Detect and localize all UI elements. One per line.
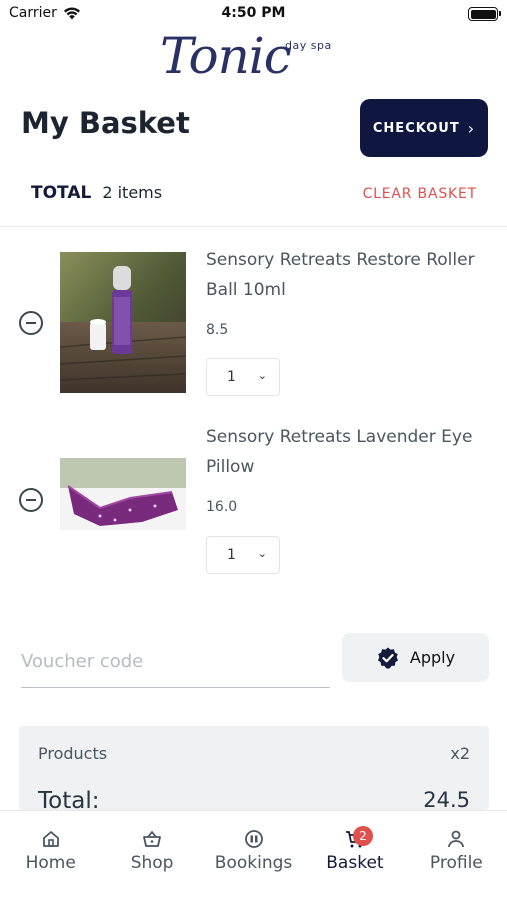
apply-voucher-button[interactable]: Apply: [342, 633, 489, 682]
quantity-value: 1: [227, 547, 236, 563]
tab-shop[interactable]: Shop: [101, 811, 202, 900]
tab-basket-label: Basket: [326, 853, 384, 873]
chevron-down-icon: ⌄: [257, 547, 267, 560]
divider: [0, 226, 507, 227]
chevron-right-icon: ›: [467, 118, 476, 138]
item-count: 2 items: [102, 183, 163, 202]
verified-badge-icon: [377, 647, 398, 668]
battery-icon: [468, 7, 501, 21]
tab-profile[interactable]: Profile: [406, 811, 507, 900]
item-name: Sensory Retreats Lavender Eye Pillow: [206, 427, 473, 477]
calendar-icon: [244, 830, 263, 848]
bottom-tab-bar: Home Shop Bookings 2 Basket Profile: [0, 810, 507, 900]
total-value: 24.5: [423, 788, 470, 810]
tab-home-label: Home: [25, 853, 76, 873]
checkout-label: CHECKOUT: [372, 120, 460, 136]
tab-shop-label: Shop: [130, 853, 174, 873]
status-bar: Carrier 4:50 PM: [0, 0, 507, 28]
tab-profile-label: Profile: [429, 853, 483, 873]
tab-home[interactable]: Home: [0, 811, 101, 900]
basket-icon: [143, 831, 162, 847]
clock: 4:50 PM: [221, 5, 286, 21]
logo-subtitle: day spa: [285, 39, 332, 52]
checkout-button[interactable]: CHECKOUT ›: [360, 99, 488, 157]
page-title: My Basket: [21, 106, 190, 140]
item-price: 8.5: [206, 322, 229, 338]
basket-total-row: TOTAL 2 items: [31, 183, 162, 203]
brand-logo: Tonic day spa: [160, 27, 340, 89]
quantity-select[interactable]: 1 ⌄: [206, 536, 280, 574]
voucher-code-input[interactable]: [21, 636, 330, 688]
total-label: Total:: [38, 788, 100, 810]
tab-bookings[interactable]: Bookings: [203, 811, 304, 900]
user-icon: [448, 830, 465, 848]
product-image-eye-pillow: [60, 458, 186, 530]
products-label: Products: [38, 744, 108, 763]
item-name: Sensory Retreats Restore Roller Ball 10m…: [206, 250, 475, 300]
tab-basket[interactable]: 2 Basket: [304, 811, 405, 900]
logo-wordmark: Tonic: [160, 27, 292, 85]
apply-label: Apply: [409, 648, 456, 667]
remove-item-icon[interactable]: [19, 488, 43, 512]
tab-bookings-label: Bookings: [214, 853, 293, 873]
clear-basket-button[interactable]: CLEAR BASKET: [363, 186, 477, 202]
quantity-value: 1: [227, 369, 236, 385]
chevron-down-icon: ⌄: [257, 369, 267, 382]
quantity-select[interactable]: 1 ⌄: [206, 358, 280, 396]
home-icon: [42, 831, 59, 847]
order-summary: Products x2 Total: 24.5: [19, 726, 489, 810]
remove-item-icon[interactable]: [19, 311, 43, 335]
cart-count-badge: 2: [352, 826, 373, 846]
item-price: 16.0: [206, 499, 238, 515]
products-count: x2: [450, 744, 470, 763]
total-label: TOTAL: [31, 183, 92, 203]
product-image-roller-ball: [60, 252, 186, 393]
